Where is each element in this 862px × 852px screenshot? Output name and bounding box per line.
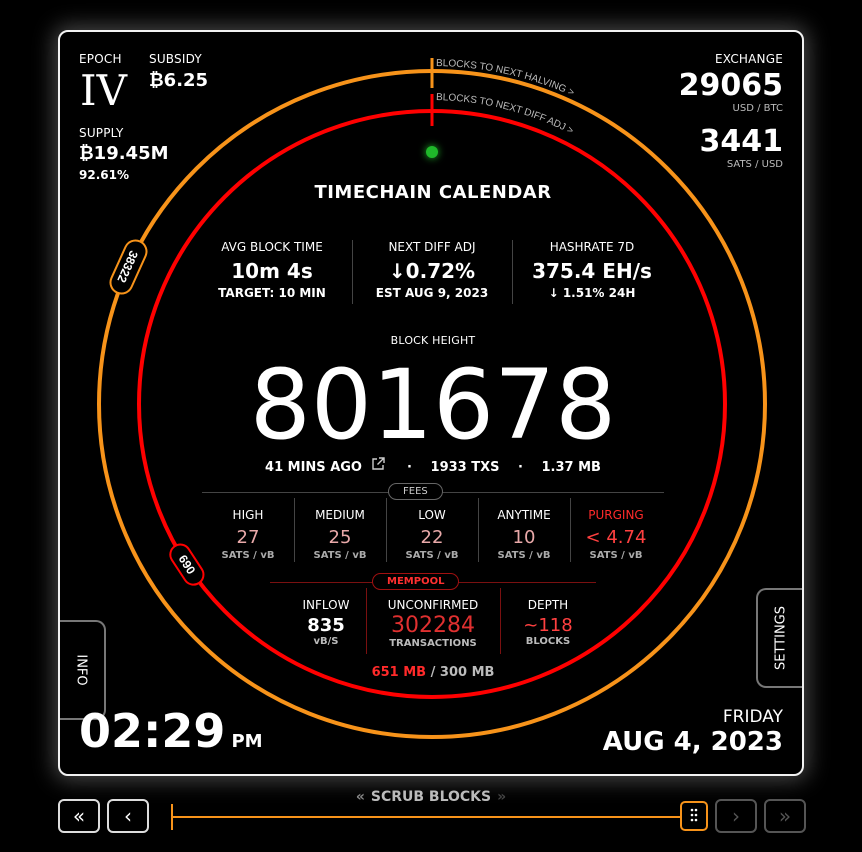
- fee-label: LOW: [418, 508, 446, 522]
- unconfirmed-value: 302284: [391, 613, 475, 638]
- stat-next-diff-adj: NEXT DIFF ADJ ↓0.72% EST AUG 9, 2023: [352, 240, 512, 300]
- settings-button[interactable]: SETTINGS: [756, 588, 802, 688]
- mempool-depth: DEPTH ~118 BLOCKS: [500, 598, 596, 647]
- supply-percent: 92.61%: [79, 168, 129, 182]
- fee-label: HIGH: [232, 508, 264, 522]
- drag-handle-icon: [690, 808, 698, 822]
- fee-medium: MEDIUM 25 SATS / vB: [294, 508, 386, 561]
- prev-block-button[interactable]: ‹: [107, 799, 149, 833]
- mempool-max: 300 MB: [439, 665, 495, 680]
- fee-value: 22: [420, 527, 444, 548]
- usd-btc-unit: USD / BTC: [732, 103, 783, 114]
- svg-text:BLOCKS TO NEXT DIFF ADJ >: BLOCKS TO NEXT DIFF ADJ >: [436, 92, 575, 137]
- supply-value: ₿19.45M: [79, 143, 169, 164]
- block-txs: 1933 TXS: [430, 460, 500, 475]
- halving-marker[interactable]: 38322: [107, 237, 150, 297]
- calendar-frame: BLOCKS TO NEXT HALVING > BLOCKS TO NEXT …: [58, 30, 804, 776]
- block-info: 41 MINS AGO · 1933 TXS · 1.37 MB: [60, 457, 802, 475]
- block-ago: 41 MINS AGO: [265, 460, 362, 475]
- fee-value: 10: [512, 527, 536, 548]
- time-ampm: PM: [231, 731, 263, 752]
- stat-label: AVG BLOCK TIME: [221, 240, 323, 254]
- status-dot: [426, 146, 438, 158]
- stat-hashrate: HASHRATE 7D 375.4 EH/s ↓ 1.51% 24H: [512, 240, 672, 300]
- depth-value: ~118: [523, 615, 573, 636]
- supply-label: SUPPLY: [79, 126, 124, 140]
- unconfirmed-unit: TRANSACTIONS: [389, 638, 477, 649]
- stat-sub: TARGET: 10 MIN: [218, 286, 326, 300]
- stat-value: 10m 4s: [231, 259, 313, 283]
- scrub-label: SCRUB BLOCKS: [370, 789, 492, 805]
- date-value: AUG 4, 2023: [602, 727, 783, 757]
- stat-label: HASHRATE 7D: [549, 240, 635, 254]
- fee-anytime: ANYTIME 10 SATS / vB: [478, 508, 570, 561]
- subsidy-value: ₿6.25: [149, 70, 209, 91]
- depth-label: DEPTH: [527, 598, 569, 612]
- stat-sub: ↓ 1.51% 24H: [548, 286, 636, 300]
- diff-adj-arc-label: BLOCKS TO NEXT DIFF ADJ >: [436, 92, 575, 137]
- epoch-label: EPOCH: [79, 52, 122, 66]
- fee-unit: SATS / vB: [313, 550, 367, 561]
- fee-label: ANYTIME: [497, 508, 551, 522]
- stat-value: 375.4 EH/s: [532, 259, 652, 283]
- external-link-icon[interactable]: [371, 457, 385, 475]
- fee-unit: SATS / vB: [497, 550, 551, 561]
- fee-unit: SATS / vB: [589, 550, 643, 561]
- time-value: 02:29: [79, 704, 226, 758]
- scrub-right-arrows-icon: »: [497, 789, 507, 805]
- exchange-label: EXCHANGE: [715, 52, 783, 66]
- stat-value: ↓0.72%: [388, 259, 476, 283]
- unconfirmed-label: UNCONFIRMED: [387, 598, 479, 612]
- block-size: 1.37 MB: [541, 460, 601, 475]
- fee-label: PURGING: [588, 508, 644, 522]
- weekday: FRIDAY: [722, 707, 783, 727]
- fee-value: 25: [328, 527, 352, 548]
- fee-value: < 4.74: [585, 527, 647, 548]
- last-block-button[interactable]: »: [764, 799, 806, 833]
- mempool-usage: 651 MB / 300 MB: [60, 665, 802, 680]
- fee-low: LOW 22 SATS / vB: [386, 508, 478, 561]
- depth-unit: BLOCKS: [525, 636, 571, 647]
- first-block-button[interactable]: «: [58, 799, 100, 833]
- separator: ·: [407, 460, 412, 475]
- fee-label: MEDIUM: [315, 508, 365, 522]
- fee-unit: SATS / vB: [221, 550, 275, 561]
- stat-label: NEXT DIFF ADJ: [388, 240, 476, 254]
- block-height-label: BLOCK HEIGHT: [390, 334, 476, 347]
- scrub-label-row: « SCRUB BLOCKS »: [300, 789, 562, 805]
- inflow-value: 835: [307, 615, 345, 636]
- fee-value: 27: [236, 527, 260, 548]
- sats-usd-value: 3441: [699, 124, 784, 159]
- fee-unit: SATS / vB: [405, 550, 459, 561]
- scrub-left-arrows-icon: «: [355, 789, 365, 805]
- stat-sub: EST AUG 9, 2023: [375, 286, 489, 300]
- mempool-usage-sep: /: [426, 665, 440, 680]
- settings-button-label: SETTINGS: [773, 605, 789, 671]
- mempool-inflow: INFLOW 835 vB/S: [276, 598, 376, 647]
- mempool-pill: MEMPOOL: [372, 573, 460, 590]
- fee-high: HIGH 27 SATS / vB: [202, 508, 294, 561]
- stat-avg-block-time: AVG BLOCK TIME 10m 4s TARGET: 10 MIN: [192, 240, 352, 300]
- subsidy-label: SUBSIDY: [149, 52, 202, 66]
- scrub-track[interactable]: [171, 816, 680, 818]
- block-height-value: 801678: [249, 349, 617, 461]
- sats-usd-unit: SATS / USD: [726, 159, 783, 170]
- epoch-value: IV: [80, 66, 127, 115]
- inflow-label: INFLOW: [302, 598, 350, 612]
- fees-pill: FEES: [388, 483, 443, 500]
- scrub-handle[interactable]: [680, 801, 708, 831]
- separator: ·: [518, 460, 523, 475]
- page-title: TIMECHAIN CALENDAR: [314, 182, 552, 203]
- mempool-usage-value: 651 MB: [371, 665, 427, 680]
- mempool-unconfirmed: UNCONFIRMED 302284 TRANSACTIONS: [366, 598, 500, 649]
- fee-purging: PURGING < 4.74 SATS / vB: [570, 508, 662, 561]
- clock: 02:29 PM: [79, 704, 263, 758]
- info-button-label: INFO: [73, 654, 89, 686]
- next-block-button[interactable]: ›: [715, 799, 757, 833]
- inflow-unit: vB/S: [313, 636, 339, 647]
- usd-btc-value: 29065: [678, 68, 783, 103]
